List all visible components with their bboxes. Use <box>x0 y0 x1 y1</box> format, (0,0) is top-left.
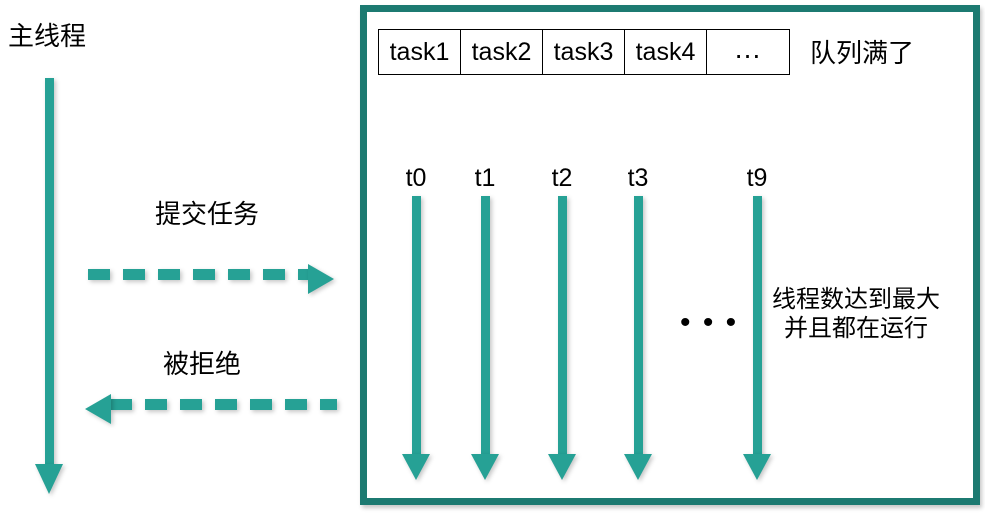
rejected-label: 被拒绝 <box>163 350 242 380</box>
main-thread-label: 主线程 <box>8 22 87 52</box>
threads-max-note: 线程数达到最大 并且都在运行 <box>772 285 940 344</box>
queue-cell: task1 <box>379 30 461 74</box>
submit-task-dashed-line <box>88 269 310 280</box>
thread-lifeline <box>480 196 490 458</box>
down-arrow-icon <box>548 454 576 480</box>
queue-cell-ellipsis: … <box>733 33 763 64</box>
down-arrow-icon <box>743 454 771 480</box>
thread-pool-rejection-diagram: 主线程 提交任务 被拒绝 task1 task2 task3 task4 … 队… <box>0 0 985 516</box>
down-arrow-icon <box>624 454 652 480</box>
queue-cell: task2 <box>461 30 543 74</box>
down-arrow-icon <box>35 464 63 494</box>
thread-lifeline <box>411 196 421 458</box>
thread-label: t3 <box>627 164 649 192</box>
submit-task-label: 提交任务 <box>155 200 260 230</box>
threads-max-note-line1: 线程数达到最大 <box>772 285 940 313</box>
thread-lifeline <box>557 196 567 458</box>
thread-lifeline <box>752 196 762 458</box>
queue-full-note: 队列满了 <box>810 39 915 69</box>
right-arrow-icon <box>308 264 334 294</box>
queue-cell: task3 <box>543 30 625 74</box>
down-arrow-icon <box>471 454 499 480</box>
thread-lifeline <box>633 196 643 458</box>
threads-max-note-line2: 并且都在运行 <box>784 314 928 343</box>
main-thread-lifeline <box>45 78 54 468</box>
threads-ellipsis: • • • <box>680 306 739 339</box>
thread-label: t9 <box>746 164 768 192</box>
task-queue-table: task1 task2 task3 task4 … <box>378 29 790 75</box>
rejected-dashed-line <box>110 399 337 410</box>
queue-cell: task4 <box>625 30 707 74</box>
left-arrow-icon <box>85 394 111 424</box>
